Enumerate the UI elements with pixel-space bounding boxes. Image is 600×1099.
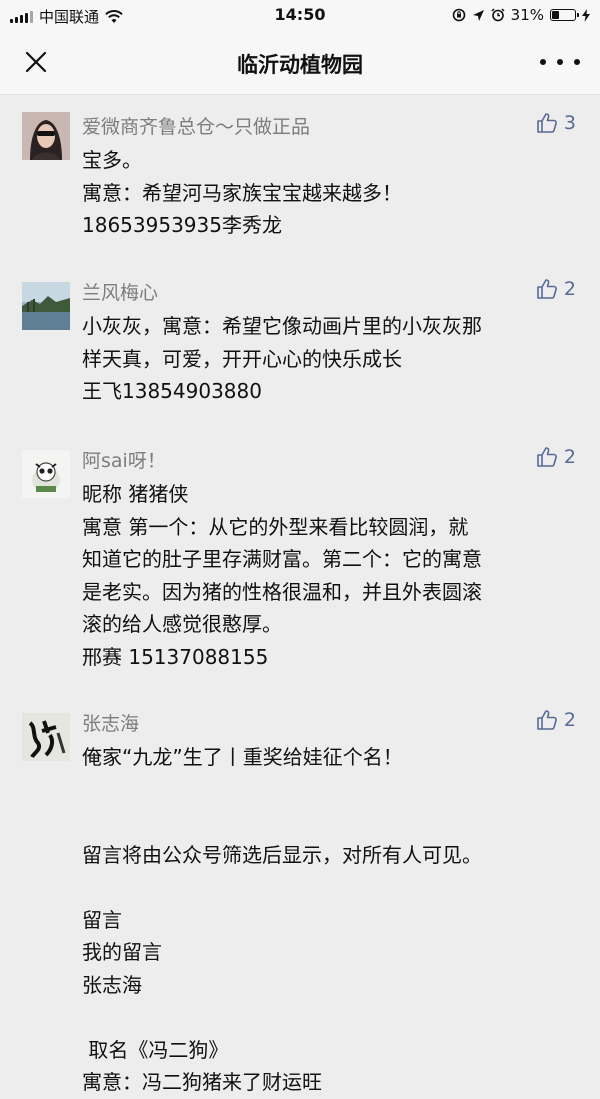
- thumbs-up-icon: [537, 113, 557, 133]
- charging-icon: [582, 8, 590, 22]
- avatar[interactable]: [22, 282, 70, 330]
- comment-line: 18653953935李秀龙: [82, 213, 282, 237]
- nickname: 兰风梅心: [82, 282, 159, 304]
- battery-fill: [552, 11, 559, 19]
- orientation-lock-icon: [452, 8, 465, 22]
- comment-line: 取名《冯二狗》: [82, 1037, 229, 1062]
- avatar[interactable]: [22, 450, 70, 498]
- like-button[interactable]: 2: [536, 446, 576, 468]
- comment-line: 滚的给人感觉很憨厚。: [82, 612, 282, 636]
- comment-line: 小灰灰，寓意：希望它像动画片里的小灰灰那: [82, 314, 482, 338]
- comment-line: 邢赛 15137088155: [82, 644, 269, 669]
- comment-line: 是老实。因为猪的性格很温和，并且外表圆滚: [82, 579, 482, 604]
- battery-percent: 31%: [510, 6, 544, 24]
- avatar[interactable]: [22, 112, 70, 160]
- like-count: 2: [563, 709, 576, 731]
- battery-icon: [550, 9, 579, 21]
- comment-line: 俺家“九龙”生了丨重奖给娃征个名！: [82, 745, 403, 769]
- comment-line: 昵称 猪猪侠: [82, 482, 189, 506]
- thumbs-up-icon: [537, 279, 557, 299]
- location-icon: [472, 9, 484, 21]
- like-count: 3: [563, 112, 576, 134]
- alarm-icon: [491, 8, 505, 22]
- like-button[interactable]: 3: [536, 112, 576, 134]
- comment-line: 宝多。: [82, 148, 142, 172]
- thumbs-up-icon: [537, 447, 557, 467]
- comment-line: 我的留言: [82, 940, 162, 964]
- comment-body: 宝多。 寓意：希望河马家族宝宝越来越多！ 18653953935李秀龙: [82, 144, 582, 242]
- like-count: 2: [563, 278, 576, 300]
- comment-line: 寓意 第一个：从它的外型来看比较圆润，就: [82, 514, 469, 539]
- nickname: 阿sai呀！: [82, 450, 166, 472]
- comment-body: 昵称 猪猪侠 寓意 第一个：从它的外型来看比较圆润，就 知道它的肚子里存满财富。…: [82, 478, 582, 673]
- status-right: 31%: [452, 6, 590, 24]
- comment-body: 小灰灰，寓意：希望它像动画片里的小灰灰那 样天真，可爱，开开心心的快乐成长 王飞…: [82, 310, 582, 408]
- comment-line: 留言将由公众号筛选后显示，对所有人可见。: [82, 842, 482, 867]
- status-bar: 中国联通 14:50 31%: [0, 0, 600, 30]
- comment-line: 王飞13854903880: [82, 379, 262, 403]
- nickname: 张志海: [82, 713, 140, 735]
- comment-line: 张志海: [82, 972, 142, 997]
- nav-bar: 临沂动植物园: [0, 30, 600, 95]
- like-button[interactable]: 2: [536, 278, 576, 300]
- more-options-icon[interactable]: [540, 50, 580, 74]
- comment-line: 寓意：希望河马家族宝宝越来越多！: [82, 180, 402, 205]
- comment-line: 寓意：冯二狗猪来了财运旺: [82, 1070, 322, 1094]
- avatar[interactable]: [22, 713, 70, 761]
- comment-line: 知道它的肚子里存满财富。第二个：它的寓意: [82, 547, 482, 571]
- page-title: 临沂动植物园: [237, 53, 363, 77]
- nickname: 爱微商齐鲁总仓～只做正品: [82, 116, 311, 138]
- comment-body: 俺家“九龙”生了丨重奖给娃征个名！ 留言将由公众号筛选后显示，对所有人可见。 留…: [82, 741, 582, 1099]
- like-button[interactable]: 2: [536, 709, 576, 731]
- like-count: 2: [563, 446, 576, 468]
- comment-line: 样天真，可爱，开开心心的快乐成长: [82, 346, 402, 371]
- comment-line: 留言: [82, 907, 122, 932]
- thumbs-up-icon: [537, 710, 557, 730]
